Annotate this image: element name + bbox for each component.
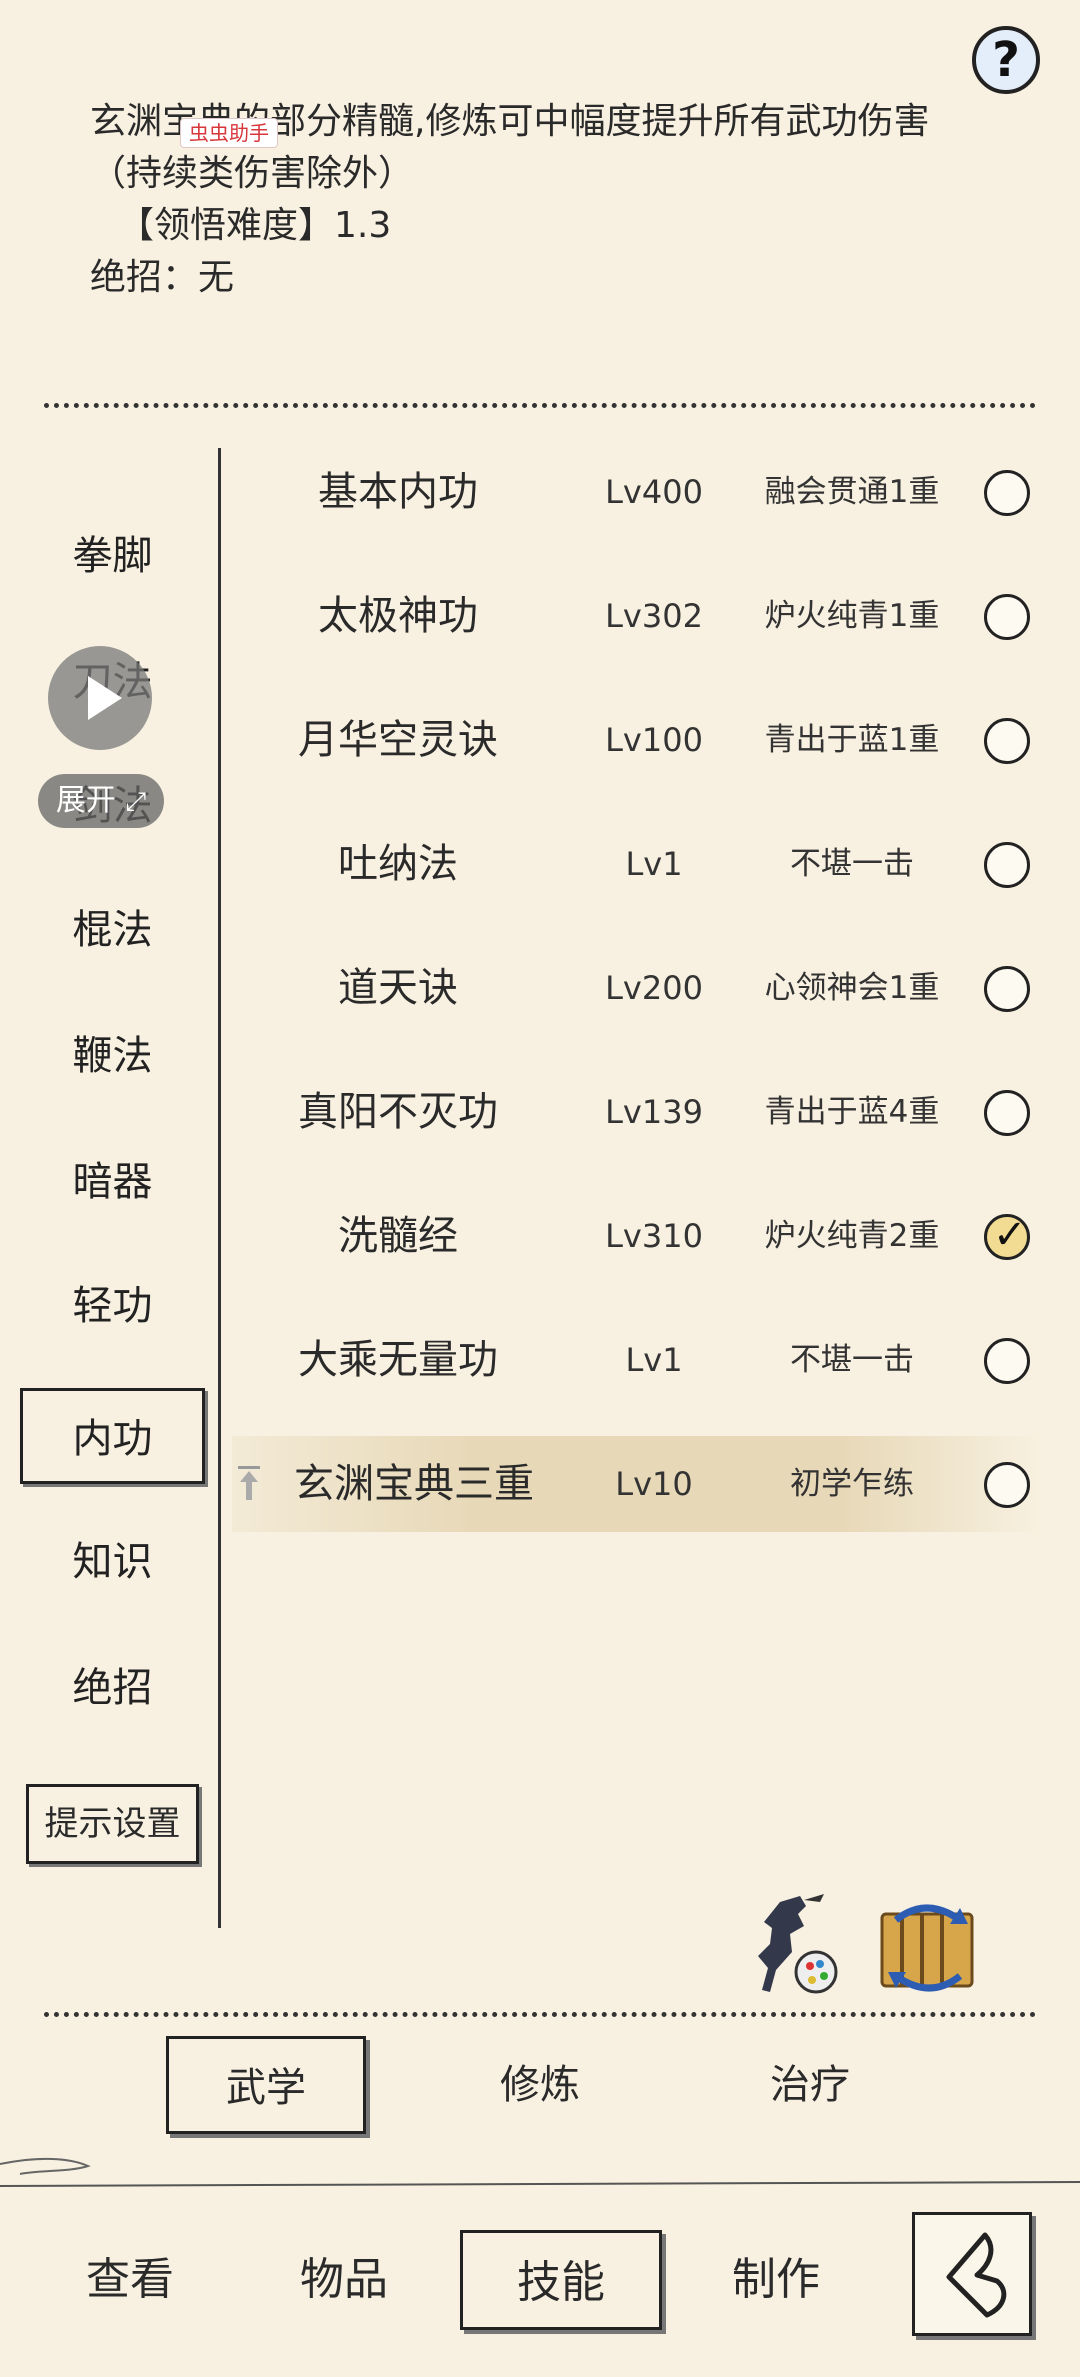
checkmark-icon: ✓ xyxy=(993,1212,1027,1258)
skill-row[interactable]: 道天诀 Lv200 心领神会1重 xyxy=(232,940,1044,1036)
skill-name: 吐纳法 xyxy=(338,841,458,887)
skill-status: 心领神会1重 xyxy=(764,970,940,1006)
skill-row[interactable]: 洗髓经 Lv310 炉火纯青2重 ✓ xyxy=(232,1188,1044,1284)
category-anqi[interactable]: 暗器 xyxy=(20,1134,205,1230)
skill-level: Lv139 xyxy=(605,1093,703,1131)
category-neigong[interactable]: 内功 xyxy=(20,1388,205,1484)
skill-row[interactable]: 月华空灵诀 Lv100 青出于蓝1重 xyxy=(232,692,1044,788)
play-icon[interactable] xyxy=(48,646,152,750)
bottom-divider xyxy=(44,2012,1036,2017)
category-juezhao[interactable]: 绝招 xyxy=(20,1640,205,1736)
category-quanjiao[interactable]: 拳脚 xyxy=(20,508,205,604)
nav-view[interactable]: 查看 xyxy=(30,2230,230,2330)
skill-status: 炉火纯青2重 xyxy=(764,1218,940,1254)
fighter-palette-icon[interactable] xyxy=(740,1892,844,1996)
select-radio-checked[interactable]: ✓ xyxy=(984,1214,1030,1260)
skill-row[interactable]: 太极神功 Lv302 炉火纯青1重 xyxy=(232,568,1044,664)
skill-row[interactable]: 大乘无量功 Lv1 不堪一击 xyxy=(232,1312,1044,1408)
description-line-4: 绝招：无 xyxy=(90,257,235,298)
skill-status: 青出于蓝4重 xyxy=(764,1094,940,1130)
subtab-wuxue[interactable]: 武学 xyxy=(166,2036,366,2134)
skill-name: 大乘无量功 xyxy=(298,1337,498,1383)
skill-name: 月华空灵诀 xyxy=(298,717,498,763)
skill-level: Lv100 xyxy=(605,721,703,759)
back-button[interactable] xyxy=(912,2212,1032,2336)
description-line-3: 【领悟难度】1.3 xyxy=(118,205,392,246)
skill-level: Lv200 xyxy=(605,969,703,1007)
skill-name: 道天诀 xyxy=(338,965,458,1011)
skill-name: 基本内功 xyxy=(318,469,478,515)
skill-level: Lv400 xyxy=(605,473,703,511)
ink-stroke-divider xyxy=(0,2157,1080,2187)
category-bianfa[interactable]: 鞭法 xyxy=(20,1008,205,1104)
select-radio[interactable] xyxy=(984,1090,1030,1136)
question-icon[interactable]: ? xyxy=(972,26,1040,94)
skill-status: 炉火纯青1重 xyxy=(764,598,940,634)
skill-status: 青出于蓝1重 xyxy=(764,722,940,758)
skill-name: 太极神功 xyxy=(318,593,478,639)
assistant-badge: 虫虫助手 xyxy=(180,118,278,148)
select-radio[interactable] xyxy=(984,1462,1030,1508)
top-divider xyxy=(44,403,1036,408)
category-qinggong[interactable]: 轻功 xyxy=(20,1258,205,1354)
skill-row[interactable]: 真阳不灭功 Lv139 青出于蓝4重 xyxy=(232,1064,1044,1160)
nav-craft[interactable]: 制作 xyxy=(676,2230,876,2330)
back-arrow-icon xyxy=(946,2232,1007,2318)
select-radio[interactable] xyxy=(984,470,1030,516)
skill-level: Lv302 xyxy=(605,597,703,635)
expand-label: 展开 xyxy=(55,783,116,818)
skill-name: 玄渊宝典三重 xyxy=(294,1461,534,1507)
select-radio[interactable] xyxy=(984,718,1030,764)
select-radio[interactable] xyxy=(984,594,1030,640)
skill-level: Lv10 xyxy=(615,1465,693,1503)
nav-skills[interactable]: 技能 xyxy=(460,2230,662,2330)
skill-row-highlighted[interactable]: 玄渊宝典三重 Lv10 初学乍练 xyxy=(232,1436,1044,1532)
expand-button[interactable]: 展开 ⤢ xyxy=(38,774,164,828)
select-radio[interactable] xyxy=(984,842,1030,888)
skill-level: Lv1 xyxy=(625,845,683,883)
category-gunfa[interactable]: 棍法 xyxy=(20,882,205,978)
skill-name: 真阳不灭功 xyxy=(298,1089,498,1135)
expand-icon: ⤢ xyxy=(125,787,147,817)
skill-row[interactable]: 基本内功 Lv400 融会贯通1重 xyxy=(232,444,1044,540)
subtab-zhiliao[interactable]: 治疗 xyxy=(710,2036,910,2134)
skill-level: Lv1 xyxy=(625,1341,683,1379)
skill-status: 融会贯通1重 xyxy=(764,474,940,510)
book-swap-icon[interactable] xyxy=(876,1900,980,1996)
skill-name: 洗髓经 xyxy=(338,1213,458,1259)
skill-status: 不堪一击 xyxy=(790,1342,914,1378)
skill-level: Lv310 xyxy=(605,1217,703,1255)
select-radio[interactable] xyxy=(984,1338,1030,1384)
skill-row[interactable]: 吐纳法 Lv1 不堪一击 xyxy=(232,816,1044,912)
sidebar-divider xyxy=(218,448,221,1928)
subtab-xiulian[interactable]: 修炼 xyxy=(440,2036,640,2134)
nav-items[interactable]: 物品 xyxy=(244,2230,444,2330)
tip-settings-button[interactable]: 提示设置 xyxy=(26,1784,199,1864)
category-zhishi[interactable]: 知识 xyxy=(20,1514,205,1610)
select-radio[interactable] xyxy=(984,966,1030,1012)
skill-status: 初学乍练 xyxy=(790,1466,914,1502)
description-line-2: （持续类伤害除外） xyxy=(90,153,415,194)
skill-status: 不堪一击 xyxy=(790,846,914,882)
